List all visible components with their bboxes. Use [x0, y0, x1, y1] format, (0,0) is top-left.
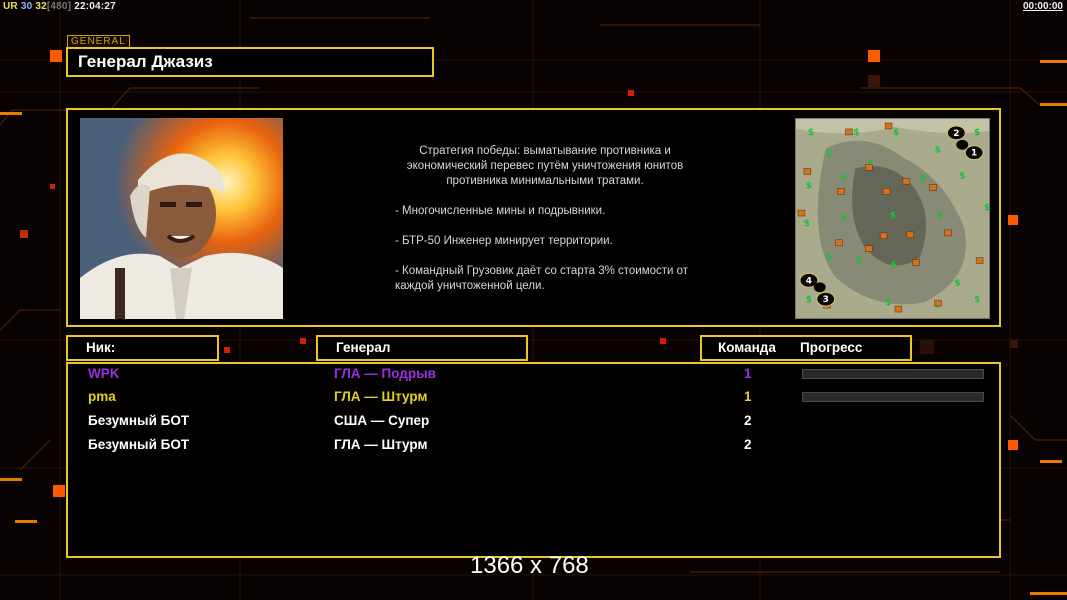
- player-row: WPK ГЛА — Подрыв 1: [66, 364, 1001, 386]
- start-position-3[interactable]: 3: [823, 295, 829, 305]
- svg-text:$: $: [974, 128, 980, 138]
- general-description: Стратегия победы: выматывание противника…: [395, 144, 695, 309]
- svg-text:$: $: [891, 260, 897, 270]
- svg-text:$: $: [935, 146, 941, 156]
- bullet-truck: - Командный Грузовик даёт со старта 3% с…: [395, 265, 689, 292]
- general-name: Генерал Джазиз: [66, 47, 434, 77]
- player-row: Безумный БОТ США — Супер 2: [66, 411, 1001, 433]
- svg-text:$: $: [826, 253, 832, 263]
- player-team: 1: [744, 366, 752, 381]
- svg-text:$: $: [920, 173, 926, 183]
- player-team: 2: [744, 437, 752, 452]
- svg-text:$: $: [959, 171, 965, 181]
- player-row: Безумный БОТ ГЛА — Штурм 2: [66, 435, 1001, 457]
- svg-text:$: $: [855, 256, 861, 266]
- minimap[interactable]: $$$$ $$$$ $$$$ $$$$ $$$$ $$$$ 1 2 3 4: [795, 118, 990, 319]
- frame-count: [480]: [46, 1, 72, 12]
- bullet-mines: - Многочисленные мины и подрывники.: [395, 205, 606, 217]
- svg-text:$: $: [974, 295, 980, 305]
- header-team: Команда: [718, 340, 776, 355]
- start-position-4[interactable]: 4: [806, 276, 812, 286]
- player-team: 2: [744, 413, 752, 428]
- player-progress-bar: [802, 392, 984, 402]
- header-progress: Прогресс: [800, 340, 863, 355]
- fps-limit: 32: [35, 1, 47, 12]
- resolution-label: 1366 x 768: [470, 552, 589, 579]
- player-team: 1: [744, 389, 752, 404]
- svg-text:$: $: [841, 173, 847, 183]
- start-position-2[interactable]: 2: [953, 129, 959, 139]
- svg-text:$: $: [806, 295, 812, 305]
- header-team-progress: Команда Прогресс: [700, 335, 912, 361]
- strategy-text: Стратегия победы: выматывание противника…: [406, 145, 684, 187]
- svg-text:$: $: [937, 211, 943, 221]
- svg-text:$: $: [890, 211, 896, 221]
- start-position-1[interactable]: 1: [971, 149, 977, 159]
- header-general: Генерал: [316, 335, 528, 361]
- fps-overlay: UR 30 32[480] 22:04:27: [3, 1, 116, 12]
- fps-value: 30: [20, 1, 33, 12]
- system-clock: 22:04:27: [74, 1, 116, 12]
- svg-text:$: $: [885, 298, 891, 308]
- player-general: ГЛА — Подрыв: [334, 366, 436, 381]
- svg-text:$: $: [984, 203, 990, 213]
- bullet-engineer: - БТР-50 Инженер минирует территории.: [395, 235, 613, 247]
- player-nick: Безумный БОТ: [88, 413, 190, 428]
- player-general: ГЛА — Штурм: [334, 389, 428, 404]
- player-nick: Безумный БОТ: [88, 437, 190, 452]
- player-row: pma ГЛА — Штурм 1: [66, 387, 1001, 409]
- player-general: США — Супер: [334, 413, 430, 428]
- svg-text:$: $: [893, 128, 899, 138]
- svg-text:$: $: [841, 213, 847, 223]
- svg-text:$: $: [954, 278, 960, 288]
- player-general: ГЛА — Штурм: [334, 437, 428, 452]
- header-nick: Ник:: [66, 335, 219, 361]
- svg-text:$: $: [853, 128, 859, 138]
- player-nick: pma: [88, 389, 116, 404]
- player-nick: WPK: [88, 366, 120, 381]
- ur-label: UR: [3, 1, 18, 12]
- svg-text:$: $: [826, 150, 832, 160]
- general-portrait: [80, 118, 283, 319]
- player-progress-bar: [802, 369, 984, 379]
- svg-text:$: $: [808, 128, 814, 138]
- game-timer: 00:00:00: [1022, 1, 1063, 12]
- svg-text:$: $: [804, 219, 810, 229]
- svg-text:$: $: [806, 181, 812, 191]
